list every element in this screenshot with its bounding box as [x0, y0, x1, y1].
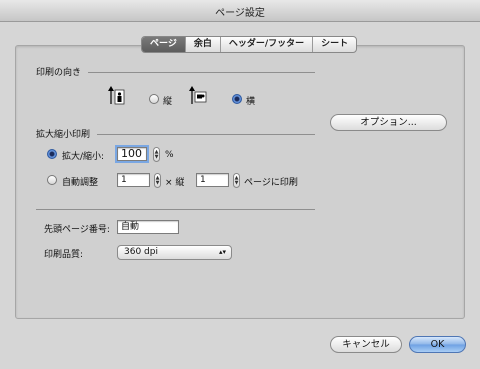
fit-by-label: × 縦: [165, 178, 185, 188]
tab-margins[interactable]: 余白: [186, 37, 221, 52]
quality-value: 360 dpi: [124, 247, 158, 257]
chevron-updown-icon: ▴▾: [218, 248, 226, 256]
first-page-input[interactable]: 自動: [117, 220, 179, 234]
window-title: ページ設定: [215, 8, 265, 19]
orientation-divider: [88, 72, 315, 73]
landscape-radio[interactable]: [232, 94, 242, 104]
tab-page[interactable]: ページ: [142, 37, 186, 52]
zoom-unit: %: [165, 150, 174, 160]
landscape-label: 横: [246, 97, 256, 107]
tab-header-footer[interactable]: ヘッダー/フッター: [221, 37, 314, 52]
fit-width-input[interactable]: 1: [117, 173, 150, 187]
first-page-label: 先頭ページ番号:: [44, 225, 110, 235]
fit-width-stepper[interactable]: ▲ ▼: [154, 173, 161, 188]
portrait-label: 縦: [163, 97, 173, 107]
page-setup-window: ページ設定 ページ 余白 ヘッダー/フッター シート 印刷の向き 縦 横 拡大縮…: [0, 0, 480, 369]
fit-pages-label: ページに印刷: [244, 178, 298, 188]
scaling-divider: [97, 134, 315, 135]
tab-sheet[interactable]: シート: [313, 37, 356, 52]
fit-height-stepper[interactable]: ▲ ▼: [233, 173, 240, 188]
ok-button[interactable]: OK: [409, 336, 466, 353]
quality-select[interactable]: 360 dpi ▴▾: [117, 245, 232, 260]
options-button[interactable]: オプション...: [330, 114, 447, 131]
fit-radio[interactable]: [47, 175, 57, 185]
fit-label: 自動調整: [62, 178, 99, 188]
tab-bar: ページ 余白 ヘッダー/フッター シート: [141, 36, 358, 53]
landscape-icon: [189, 86, 207, 104]
zoom-stepper[interactable]: ▲ ▼: [153, 147, 160, 162]
zoom-radio[interactable]: [47, 149, 57, 159]
zoom-input[interactable]: 100: [115, 145, 149, 163]
title-bar[interactable]: ページ設定: [0, 0, 480, 22]
fit-height-input[interactable]: 1: [196, 173, 229, 187]
scaling-heading: 拡大縮小印刷: [36, 130, 91, 140]
quality-label: 印刷品質:: [44, 250, 84, 260]
cancel-button[interactable]: キャンセル: [330, 336, 402, 353]
portrait-icon: [108, 86, 125, 105]
portrait-radio[interactable]: [149, 94, 159, 104]
zoom-label: 拡大/縮小:: [62, 152, 105, 162]
orientation-heading: 印刷の向き: [36, 68, 82, 78]
bottom-divider: [36, 209, 315, 210]
